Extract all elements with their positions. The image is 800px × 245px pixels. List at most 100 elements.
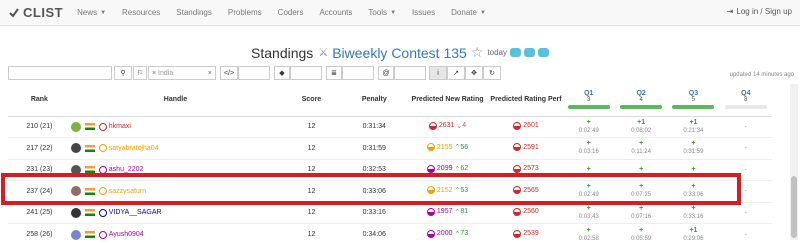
- nav-item-tools[interactable]: Tools▼: [368, 8, 396, 17]
- country-filter[interactable]: × India ×: [148, 66, 216, 80]
- question-header-q1[interactable]: Q13: [563, 84, 615, 116]
- table-row[interactable]: 217 (22)satyabratojha04120:31:592155 ⌃56…: [8, 138, 772, 160]
- link-icon[interactable]: [510, 48, 521, 57]
- clist-logo[interactable]: CLIST: [8, 5, 63, 20]
- question-time: 0:07:25: [615, 191, 667, 199]
- code-filter-input[interactable]: [238, 66, 270, 80]
- nav-item-issues[interactable]: Issues: [412, 8, 435, 17]
- question-result-cell[interactable]: +0:07:16: [615, 202, 667, 224]
- at-filter-icon[interactable]: @: [378, 66, 394, 80]
- question-result-cell[interactable]: +0:05:59: [615, 224, 667, 245]
- question-result: +: [615, 140, 667, 148]
- question-result-cell[interactable]: +10:29:06: [667, 224, 719, 245]
- score-header[interactable]: Score: [280, 84, 343, 116]
- search-button[interactable]: ⚲: [114, 66, 132, 80]
- question-result-cell[interactable]: +0:02:49: [563, 116, 615, 138]
- flag-filter-icon[interactable]: ⚐: [133, 66, 147, 80]
- question-result-cell[interactable]: +10:08:02: [615, 116, 667, 138]
- question-result: +: [667, 205, 719, 213]
- table-row[interactable]: 210 (21)hkmaxi120:31:342631 ⌄42601+0:02:…: [8, 116, 772, 138]
- nav-item-coders[interactable]: Coders: [278, 8, 304, 17]
- question-time: 0:31:59: [667, 148, 719, 156]
- tag-filter-input[interactable]: [290, 66, 322, 80]
- new-rating-value: 2152: [437, 187, 453, 194]
- question-result-cell[interactable]: -: [720, 116, 772, 138]
- question-result: +: [667, 183, 719, 191]
- login-link[interactable]: ⇥ Log in / Sign up: [727, 7, 792, 16]
- question-result-cell[interactable]: +0:02:49: [563, 181, 615, 203]
- refresh-toggle[interactable]: ↻: [483, 66, 501, 80]
- rating-delta: 81: [460, 208, 468, 215]
- question-result-cell[interactable]: +0:02:58: [563, 224, 615, 245]
- search-input[interactable]: [8, 66, 112, 80]
- nav-item-problems[interactable]: Problems: [228, 8, 262, 17]
- question-result-cell[interactable]: -: [720, 224, 772, 245]
- question-result-cell[interactable]: +0:03:43: [563, 202, 615, 224]
- nav-item-label: Problems: [228, 8, 262, 17]
- handle-link[interactable]: satyabratojha04: [109, 145, 159, 152]
- favorite-star-icon[interactable]: ☆: [471, 44, 484, 61]
- question-result-cell[interactable]: +: [667, 159, 719, 181]
- question-time: 0:03:43: [563, 213, 615, 221]
- penalty-header[interactable]: Penalty: [343, 84, 406, 116]
- question-result-cell[interactable]: -: [720, 138, 772, 160]
- question-result-cell[interactable]: +: [615, 159, 667, 181]
- table-row[interactable]: 241 (25)VIDYA__SAGAR120:33:161957 ⌃81256…: [8, 202, 772, 224]
- tag-filter-icon[interactable]: ◆: [274, 66, 290, 80]
- table-row[interactable]: 237 (24)sazzysaturn120:33:062152 ⌃532565…: [8, 181, 772, 203]
- rank-header[interactable]: Rank: [8, 84, 71, 116]
- avatar: [71, 186, 81, 196]
- question-result-cell[interactable]: +0:07:25: [615, 181, 667, 203]
- perf-header[interactable]: Predicted Rating Perf: [489, 84, 562, 116]
- nav-item-standings[interactable]: Standings: [176, 8, 212, 17]
- table-header-row: Rank Handle Score Penalty Predicted New …: [8, 84, 772, 116]
- database-filter-icon[interactable]: ≣: [326, 66, 342, 80]
- handle-link[interactable]: VIDYA__SAGAR: [109, 209, 162, 216]
- question-result: +1: [615, 119, 667, 127]
- new-rating-header[interactable]: Predicted New Rating: [406, 84, 490, 116]
- table-row[interactable]: 231 (23)ashu_2202120:32:532099 ⌃622573++…: [8, 159, 772, 181]
- question-result-cell[interactable]: +0:31:59: [667, 138, 719, 160]
- question-result-cell[interactable]: +0:33:16: [667, 202, 719, 224]
- nav-item-donate[interactable]: Donate▼: [451, 8, 486, 17]
- question-header-q2[interactable]: Q24: [615, 84, 667, 116]
- table-row[interactable]: 258 (26)Ayush0904120:34:062000 ⌃732539+0…: [8, 224, 772, 245]
- share-icon[interactable]: [538, 48, 549, 57]
- list-icon[interactable]: [524, 48, 535, 57]
- question-result-cell[interactable]: -: [720, 159, 772, 181]
- info-toggle[interactable]: i: [429, 66, 447, 80]
- nav-item-accounts[interactable]: Accounts: [319, 8, 352, 17]
- question-label: Q4: [720, 90, 772, 97]
- question-result-cell[interactable]: +0:03:16: [563, 138, 615, 160]
- question-points: 5: [667, 97, 719, 103]
- question-result-cell[interactable]: +: [563, 159, 615, 181]
- handle-link[interactable]: hkmaxi: [109, 123, 131, 130]
- question-label: Q2: [615, 90, 667, 97]
- nav-item-label: Donate: [451, 8, 477, 17]
- question-result-cell[interactable]: -: [720, 202, 772, 224]
- question-header-q4[interactable]: Q48: [720, 84, 772, 116]
- question-result-cell[interactable]: +10:21:34: [667, 116, 719, 138]
- handle-link[interactable]: ashu_2202: [109, 166, 144, 173]
- handle-link[interactable]: sazzysaturn: [109, 188, 146, 195]
- chart-toggle[interactable]: ↗: [447, 66, 465, 80]
- rating-circle-icon: [99, 209, 107, 217]
- code-filter-icon[interactable]: </>: [220, 66, 238, 80]
- nav-item-news[interactable]: News▼: [77, 8, 106, 17]
- question-result-cell[interactable]: -: [720, 181, 772, 203]
- database-filter-input[interactable]: [342, 66, 374, 80]
- nav-item-resources[interactable]: Resources: [122, 8, 160, 17]
- contest-name[interactable]: Biweekly Contest 135: [332, 45, 467, 61]
- question-time: 0:03:16: [563, 148, 615, 156]
- handle-link[interactable]: Ayush0904: [109, 231, 144, 238]
- question-result-cell[interactable]: +0:33:06: [667, 181, 719, 203]
- question-header-q3[interactable]: Q35: [667, 84, 719, 116]
- at-filter-input[interactable]: [394, 66, 426, 80]
- fullscreen-toggle[interactable]: ✥: [465, 66, 483, 80]
- scrollbar-thumb[interactable]: [791, 176, 797, 238]
- question-result-cell[interactable]: +0:11:24: [615, 138, 667, 160]
- new-rating-cell: 1957 ⌃81: [406, 202, 490, 224]
- updated-label: updated 14 minutes ago: [730, 72, 794, 78]
- question-result: +: [615, 166, 667, 174]
- score-cell: 12: [280, 116, 343, 138]
